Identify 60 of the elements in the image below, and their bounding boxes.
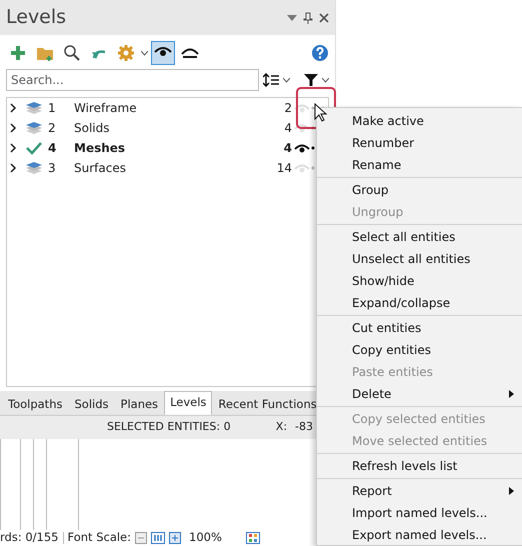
gear-icon xyxy=(117,44,135,62)
menu-item[interactable]: Unselect all entities xyxy=(317,248,522,270)
panel-tab[interactable]: Planes xyxy=(114,393,164,415)
record-count: rds: 0/155 xyxy=(0,530,58,546)
menu-item[interactable]: Cut entities xyxy=(317,317,522,339)
menu-item[interactable]: Renumber xyxy=(317,132,522,154)
entity-count: 2 xyxy=(283,100,293,117)
column-view-icon[interactable] xyxy=(151,532,166,544)
menu-item[interactable]: Group xyxy=(317,179,522,201)
filter-icon[interactable] xyxy=(304,73,318,87)
level-number: 3 xyxy=(48,160,57,177)
sort-icon[interactable] xyxy=(263,73,279,87)
eye-button[interactable] xyxy=(151,41,175,65)
caret-icon[interactable] xyxy=(322,78,329,82)
menu-item[interactable]: Show/hide xyxy=(317,270,522,292)
menu-item[interactable]: Import named levels... xyxy=(317,502,522,524)
add-icon xyxy=(9,44,27,62)
menu-item[interactable]: Copy entities xyxy=(317,339,522,361)
eye-faded-icon[interactable] xyxy=(294,122,310,134)
eye-icon[interactable] xyxy=(294,142,310,154)
level-name[interactable]: Meshes xyxy=(66,139,264,157)
entity-count: 14 xyxy=(276,160,293,177)
menu-item[interactable]: Expand/collapse xyxy=(317,292,522,314)
menu-item[interactable]: Rename xyxy=(317,154,522,176)
close-icon[interactable] xyxy=(319,12,329,22)
menu-item[interactable]: Export named levels... xyxy=(317,524,522,546)
level-number: 1 xyxy=(48,100,57,117)
eye-closed-icon xyxy=(181,48,199,58)
font-scale-label: Font Scale: xyxy=(68,530,132,546)
panel-tab[interactable]: Toolpaths xyxy=(2,393,68,415)
panel-tab[interactable]: Levels xyxy=(164,391,212,415)
level-number: 4 xyxy=(48,140,58,157)
entity-count: 4 xyxy=(282,140,293,157)
dropdown-icon[interactable] xyxy=(287,14,297,22)
eye-faded-icon[interactable] xyxy=(294,102,310,114)
level-name[interactable]: Solids xyxy=(66,119,264,137)
zoom-dropdown[interactable]: 100% xyxy=(185,530,242,546)
search-field[interactable]: Search... xyxy=(6,69,259,91)
coordinate-value: -83 xyxy=(295,419,313,436)
caret-icon[interactable] xyxy=(141,50,148,56)
selection-count: SELECTED ENTITIES: 0 xyxy=(107,419,231,436)
color-grid-icon[interactable] xyxy=(246,532,260,544)
panel-title: Levels xyxy=(6,5,68,30)
submenu-arrow-icon xyxy=(509,390,514,398)
level-name[interactable]: Wireframe xyxy=(66,99,264,117)
menu-item[interactable]: Refresh levels list xyxy=(317,455,522,477)
zoom-out-icon[interactable] xyxy=(135,532,148,544)
pin-icon[interactable] xyxy=(303,12,313,24)
caret-icon[interactable] xyxy=(283,78,290,82)
menu-item[interactable]: Report xyxy=(317,480,522,502)
coordinate-label: X: xyxy=(276,419,288,436)
panel-tab[interactable]: Solids xyxy=(68,393,115,415)
search-icon xyxy=(63,44,81,62)
menu-item[interactable]: Select all entities xyxy=(317,226,522,248)
level-number: 2 xyxy=(48,120,57,137)
help-icon[interactable] xyxy=(311,44,329,62)
entity-count: 4 xyxy=(283,120,293,137)
level-name[interactable]: Surfaces xyxy=(66,159,264,177)
zoom-in-icon[interactable] xyxy=(169,532,182,544)
submenu-arrow-icon xyxy=(509,487,514,495)
